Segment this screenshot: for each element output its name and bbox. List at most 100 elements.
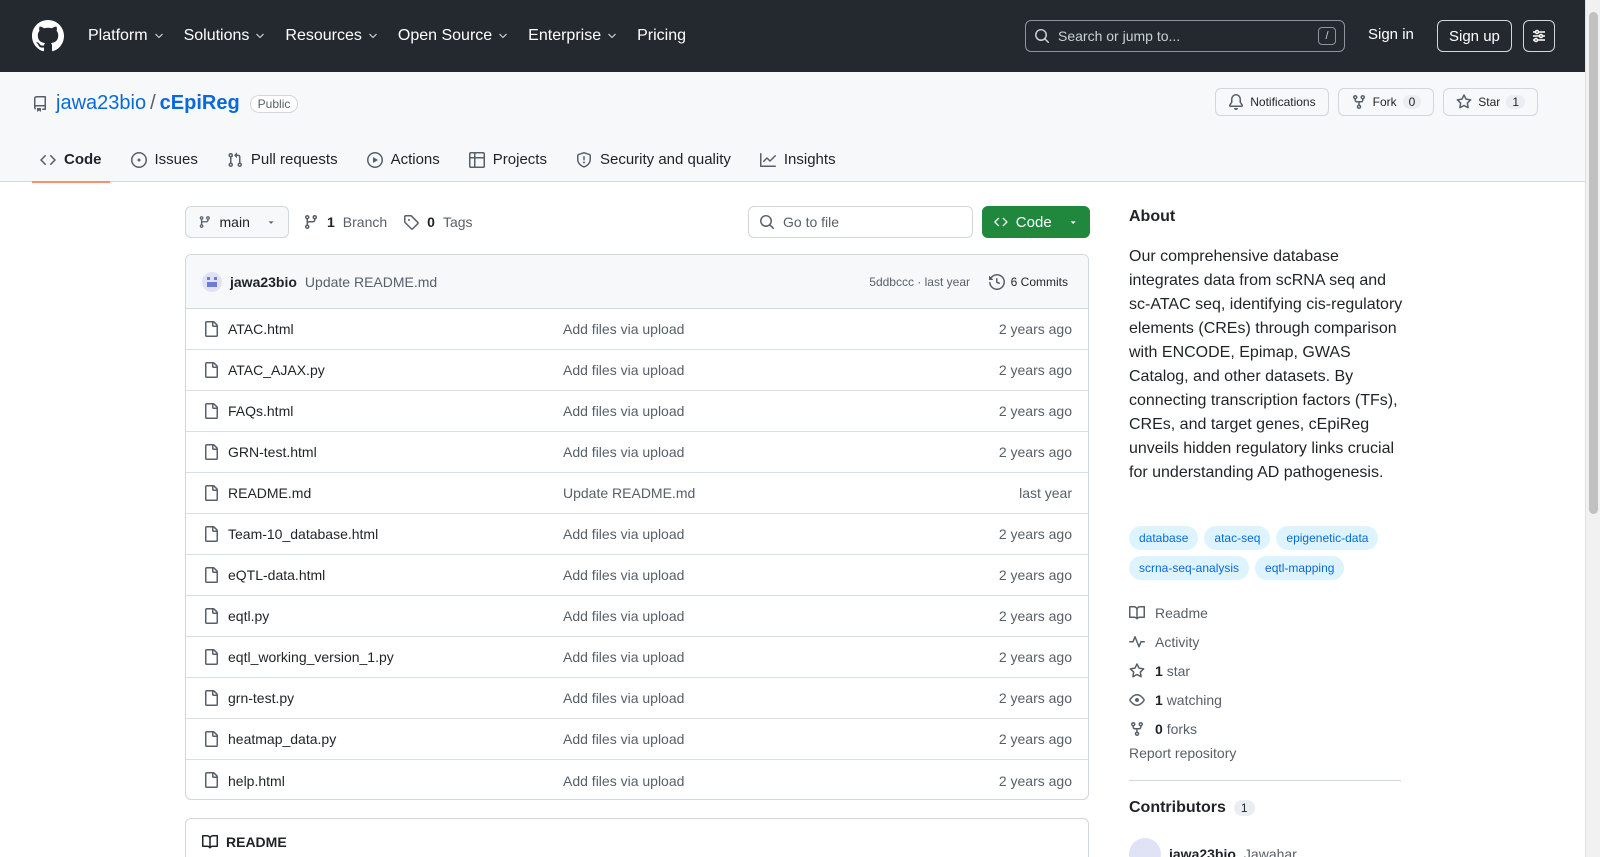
scrollbar-thumb[interactable] [1589, 12, 1598, 514]
file-name-link[interactable]: ATAC.html [228, 321, 294, 337]
tab-projects-label: Projects [492, 151, 547, 168]
repo-tabs: Code Issues Pull requests Actions Projec… [32, 137, 857, 183]
report-repository-link[interactable]: Report repository [1129, 745, 1236, 761]
branch-name: main [219, 214, 250, 230]
file-icon-wrap [203, 649, 219, 665]
code-button-label: Code [1015, 213, 1052, 231]
nav-platform[interactable]: Platform [88, 27, 165, 45]
file-icon-wrap [203, 403, 219, 419]
file-icon [205, 690, 218, 706]
star-button[interactable]: Star 1 [1443, 88, 1538, 116]
chevron-down-icon [369, 33, 377, 39]
file-commit-message[interactable]: Add files via upload [563, 690, 684, 706]
avatar-identicon-icon [207, 276, 217, 287]
file-commit-message[interactable]: Add files via upload [563, 649, 684, 665]
file-commit-message[interactable]: Add files via upload [563, 526, 684, 542]
commit-author[interactable]: jawa23bio [230, 274, 297, 290]
stars-link[interactable]: 1 star [1129, 656, 1222, 685]
nav-open-source[interactable]: Open Source [398, 27, 509, 45]
file-name-link[interactable]: eqtl_working_version_1.py [228, 649, 394, 665]
settings-menu-button[interactable] [1523, 20, 1555, 52]
nav-enterprise[interactable]: Enterprise [528, 27, 618, 45]
file-name-link[interactable]: GRN-test.html [228, 444, 317, 460]
notifications-button[interactable]: Notifications [1215, 88, 1329, 116]
activity-link[interactable]: Activity [1129, 627, 1222, 656]
file-commit-message[interactable]: Add files via upload [563, 444, 684, 460]
commits-link[interactable]: 6 Commits [988, 273, 1068, 290]
file-commit-message[interactable]: Update README.md [563, 485, 695, 501]
file-name-link[interactable]: heatmap_data.py [228, 731, 336, 747]
contributor-item[interactable]: jawa23bio Jawahar [1129, 838, 1297, 857]
file-name-link[interactable]: FAQs.html [228, 403, 293, 419]
commit-message[interactable]: Update README.md [305, 274, 437, 290]
nav-solutions-label: Solutions [183, 27, 250, 44]
file-commit-message[interactable]: Add files via upload [563, 773, 684, 789]
topic-tag[interactable]: eqtl-mapping [1255, 556, 1345, 580]
branches-link[interactable]: 1 Branch [303, 214, 387, 230]
watchers-link[interactable]: 1 watching [1129, 685, 1222, 714]
play-icon [366, 151, 383, 168]
tab-issues[interactable]: Issues [123, 137, 206, 182]
fork-label: Fork [1372, 95, 1397, 109]
file-icon [205, 444, 218, 460]
watching-count: 1 [1155, 691, 1163, 708]
file-commit-message[interactable]: Add files via upload [563, 567, 684, 583]
file-commit-message[interactable]: Add files via upload [563, 608, 684, 624]
global-search-input[interactable]: Search or jump to... / [1025, 20, 1345, 52]
file-commit-message[interactable]: Add files via upload [563, 321, 684, 337]
tab-code[interactable]: Code [32, 137, 110, 183]
page-scrollbar[interactable] [1585, 0, 1600, 857]
file-date: 2 years ago [998, 690, 1072, 706]
tags-link[interactable]: 0 Tags [403, 214, 473, 230]
file-name-link[interactable]: ATAC_AJAX.py [228, 362, 325, 378]
nav-solutions[interactable]: Solutions [184, 27, 267, 45]
topic-tag[interactable]: epigenetic-data [1276, 526, 1379, 550]
go-to-file-input[interactable]: Go to file [748, 206, 973, 238]
readme-link[interactable]: Readme [1129, 598, 1222, 627]
forks-label: forks [1166, 720, 1198, 737]
file-name-link[interactable]: eqtl.py [228, 608, 269, 624]
topic-tag[interactable]: atac-seq [1204, 526, 1271, 550]
topics-list: database atac-seq epigenetic-data scrna-… [1129, 526, 1409, 580]
tab-security[interactable]: Security and quality [568, 137, 739, 182]
star-label: Star [1478, 95, 1501, 109]
repo-owner-link[interactable]: jawa23bio [56, 92, 146, 115]
caret-down-icon [268, 221, 274, 224]
nav-pricing[interactable]: Pricing [637, 27, 686, 45]
avatar[interactable] [202, 271, 222, 292]
sign-up-button[interactable]: Sign up [1437, 20, 1512, 52]
file-icon-wrap [203, 731, 219, 747]
commit-hash-date[interactable]: 5ddbccc · last year [869, 275, 970, 289]
branch-selector[interactable]: main [185, 206, 289, 238]
contributors-heading[interactable]: Contributors 1 [1129, 799, 1255, 817]
search-icon [1035, 29, 1050, 44]
tab-projects[interactable]: Projects [461, 137, 555, 182]
tab-insights[interactable]: Insights [752, 137, 844, 182]
file-date: 2 years ago [998, 772, 1072, 789]
forks-link[interactable]: 0 forks [1129, 714, 1222, 743]
avatar[interactable] [1129, 838, 1161, 857]
repo-title: jawa23bio / cEpiReg Public [32, 92, 299, 115]
file-name-link[interactable]: eQTL-data.html [228, 567, 325, 583]
nav-resources[interactable]: Resources [285, 27, 378, 45]
tab-actions[interactable]: Actions [359, 137, 448, 182]
file-name-link[interactable]: Team-10_database.html [228, 526, 378, 542]
github-logo-icon[interactable] [32, 20, 64, 52]
topic-tag[interactable]: database [1129, 526, 1199, 550]
file-name-link[interactable]: grn-test.py [228, 690, 294, 706]
file-icon-wrap [203, 321, 219, 337]
file-name-link[interactable]: help.html [228, 773, 285, 789]
tab-pull-requests[interactable]: Pull requests [219, 137, 346, 182]
repo-name-link[interactable]: cEpiReg [160, 92, 240, 115]
code-icon [40, 154, 56, 165]
fork-button[interactable]: Fork 0 [1337, 88, 1435, 116]
sign-in-link[interactable]: Sign in [1368, 26, 1414, 43]
file-date: 2 years ago [998, 526, 1072, 542]
file-date: 2 years ago [998, 321, 1072, 337]
file-name-link[interactable]: README.md [228, 485, 311, 501]
file-commit-message[interactable]: Add files via upload [563, 731, 684, 747]
file-commit-message[interactable]: Add files via upload [563, 362, 684, 378]
file-commit-message[interactable]: Add files via upload [563, 403, 684, 419]
topic-tag[interactable]: scrna-seq-analysis [1129, 556, 1250, 580]
code-dropdown-button[interactable]: Code [982, 206, 1090, 238]
